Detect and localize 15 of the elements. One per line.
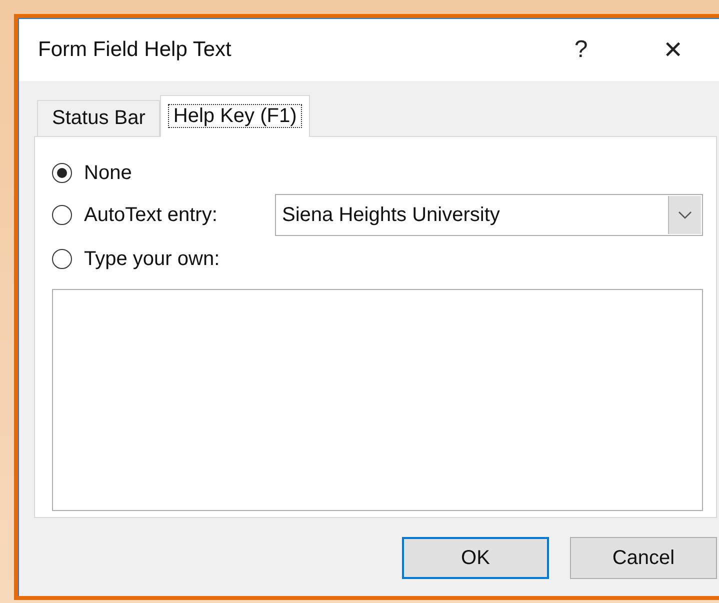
- radio-button[interactable]: [52, 249, 72, 269]
- radio-button[interactable]: [52, 163, 72, 183]
- tab[interactable]: Help Key (F1): [160, 95, 310, 137]
- help-text-field[interactable]: [52, 289, 703, 511]
- option-label[interactable]: Type your own:: [84, 248, 264, 270]
- option-label[interactable]: None: [84, 162, 264, 184]
- dialog-button[interactable]: OK: [402, 537, 549, 579]
- help-button[interactable]: ?: [559, 30, 603, 70]
- tab[interactable]: Status Bar: [37, 100, 160, 136]
- option-label[interactable]: AutoText entry:: [84, 204, 264, 226]
- radio-button[interactable]: [52, 205, 72, 225]
- close-button[interactable]: ✕: [651, 30, 695, 70]
- dialog-button[interactable]: Cancel: [570, 537, 717, 579]
- window-title: Form Field Help Text: [38, 38, 232, 62]
- autotext-dropdown[interactable]: Siena Heights University: [275, 194, 703, 236]
